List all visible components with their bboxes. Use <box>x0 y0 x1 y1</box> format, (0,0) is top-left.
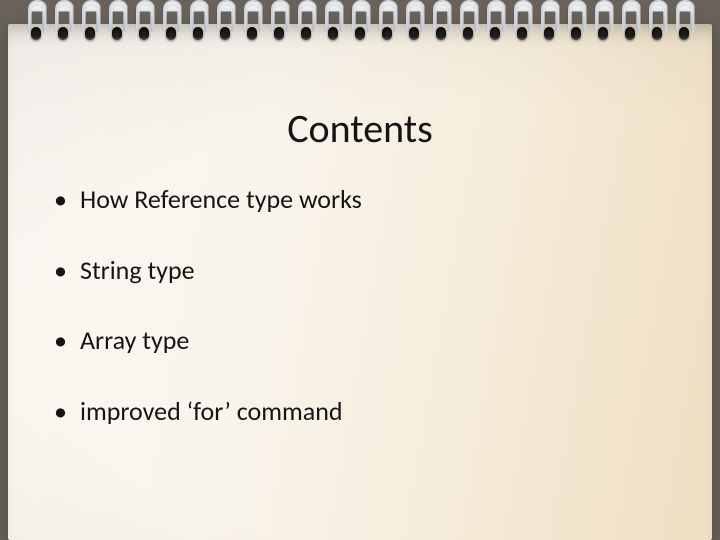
ring-hole-icon <box>193 27 203 40</box>
ring-hole-icon <box>31 27 41 40</box>
spiral-ring <box>131 0 158 48</box>
ring-hole-icon <box>463 27 473 40</box>
bullet-list: How Reference type works String type Arr… <box>48 183 672 427</box>
spiral-ring <box>104 0 131 48</box>
spiral-ring <box>266 0 293 48</box>
spiral-ring <box>563 0 590 48</box>
slide-title: Contents <box>48 104 672 153</box>
spiral-ring <box>401 0 428 48</box>
ring-hole-icon <box>220 27 230 40</box>
spiral-ring <box>509 0 536 48</box>
ring-hole-icon <box>544 27 554 40</box>
ring-hole-icon <box>85 27 95 40</box>
spiral-ring <box>239 0 266 48</box>
ring-hole-icon <box>166 27 176 40</box>
spiral-ring <box>320 0 347 48</box>
spiral-ring <box>158 0 185 48</box>
ring-hole-icon <box>382 27 392 40</box>
ring-hole-icon <box>436 27 446 40</box>
ring-hole-icon <box>652 27 662 40</box>
ring-hole-icon <box>517 27 527 40</box>
ring-hole-icon <box>625 27 635 40</box>
spiral-ring <box>644 0 671 48</box>
ring-hole-icon <box>355 27 365 40</box>
ring-hole-icon <box>598 27 608 40</box>
list-item: Array type <box>54 324 672 357</box>
spiral-ring <box>185 0 212 48</box>
spiral-ring <box>212 0 239 48</box>
ring-hole-icon <box>274 27 284 40</box>
spiral-ring <box>50 0 77 48</box>
ring-hole-icon <box>247 27 257 40</box>
spiral-ring <box>428 0 455 48</box>
list-item: How Reference type works <box>54 183 672 216</box>
spiral-ring <box>482 0 509 48</box>
spiral-ring <box>617 0 644 48</box>
spiral-ring <box>536 0 563 48</box>
ring-hole-icon <box>139 27 149 40</box>
list-item: String type <box>54 254 672 287</box>
ring-hole-icon <box>58 27 68 40</box>
spiral-ring <box>77 0 104 48</box>
spiral-binding <box>0 0 720 48</box>
list-item: improved ‘for’ command <box>54 395 672 428</box>
spiral-ring <box>293 0 320 48</box>
ring-hole-icon <box>679 27 689 40</box>
ring-hole-icon <box>571 27 581 40</box>
notepad-page: Contents How Reference type works String… <box>8 24 712 540</box>
spiral-ring <box>455 0 482 48</box>
ring-hole-icon <box>328 27 338 40</box>
slide-stage: Contents How Reference type works String… <box>0 0 720 540</box>
slide-content: Contents How Reference type works String… <box>48 104 672 465</box>
ring-hole-icon <box>490 27 500 40</box>
ring-hole-icon <box>301 27 311 40</box>
ring-hole-icon <box>112 27 122 40</box>
spiral-ring <box>23 0 50 48</box>
spiral-ring <box>590 0 617 48</box>
spiral-ring <box>671 0 698 48</box>
spiral-ring <box>347 0 374 48</box>
spiral-ring <box>374 0 401 48</box>
ring-hole-icon <box>409 27 419 40</box>
